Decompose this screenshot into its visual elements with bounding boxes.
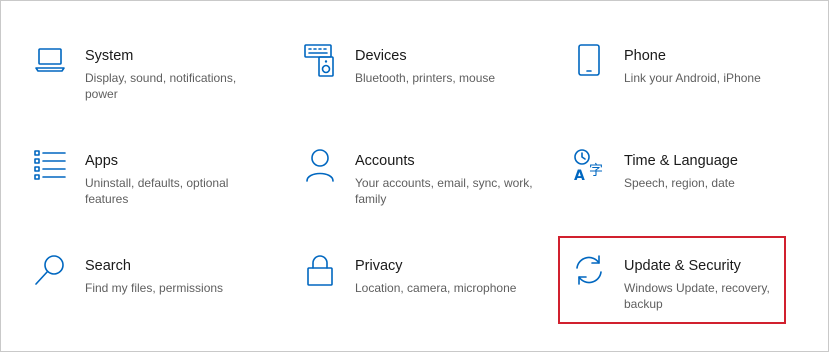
tile-description: Find my files, permissions (85, 281, 224, 295)
tile-description: Uninstall, defaults, optional features (85, 176, 229, 206)
tile-title: Accounts (355, 153, 415, 169)
tile-time-language[interactable]: A 字 Time & Language Speech, region, date (572, 148, 817, 238)
tile-accounts[interactable]: Accounts Your accounts, email, sync, wor… (303, 148, 548, 238)
tile-title: Update & Security (624, 258, 741, 274)
svg-text:字: 字 (589, 163, 603, 179)
tile-description: Speech, region, date (624, 176, 735, 190)
tile-update-security[interactable]: Update & Security Windows Update, recove… (572, 253, 817, 343)
tile-description: Display, sound, notifications, power (85, 71, 237, 101)
keyboard-speaker-icon (303, 43, 337, 77)
search-icon (33, 253, 67, 287)
tile-description: Bluetooth, printers, mouse (355, 71, 496, 85)
phone-icon (572, 43, 606, 77)
tile-description: Your accounts, email, sync, work, family (355, 176, 533, 206)
tile-search[interactable]: Search Find my files, permissions (33, 253, 278, 343)
tile-title: Devices (355, 48, 407, 64)
tile-devices[interactable]: Devices Bluetooth, printers, mouse (303, 43, 548, 133)
tile-title: Time & Language (624, 153, 738, 169)
tile-title: Privacy (355, 258, 403, 274)
tile-apps[interactable]: Apps Uninstall, defaults, optional featu… (33, 148, 278, 238)
laptop-icon (33, 43, 67, 77)
sync-icon (572, 253, 606, 287)
tile-title: System (85, 48, 134, 64)
svg-text:A: A (574, 168, 585, 182)
time-language-icon: A 字 (572, 148, 606, 182)
tile-description: Link your Android, iPhone (624, 71, 761, 85)
apps-list-icon (33, 148, 67, 182)
tile-system[interactable]: System Display, sound, notifications, po… (33, 43, 278, 133)
tile-title: Apps (85, 153, 119, 169)
lock-icon (303, 253, 337, 287)
tile-privacy[interactable]: Privacy Location, camera, microphone (303, 253, 548, 343)
settings-grid: System Display, sound, notifications, po… (0, 0, 829, 352)
tile-title: Phone (624, 48, 666, 64)
tile-phone[interactable]: Phone Link your Android, iPhone (572, 43, 817, 133)
person-icon (303, 148, 337, 182)
tile-description: Windows Update, recovery, backup (624, 281, 770, 311)
tile-description: Location, camera, microphone (355, 281, 517, 295)
tile-title: Search (85, 258, 131, 274)
